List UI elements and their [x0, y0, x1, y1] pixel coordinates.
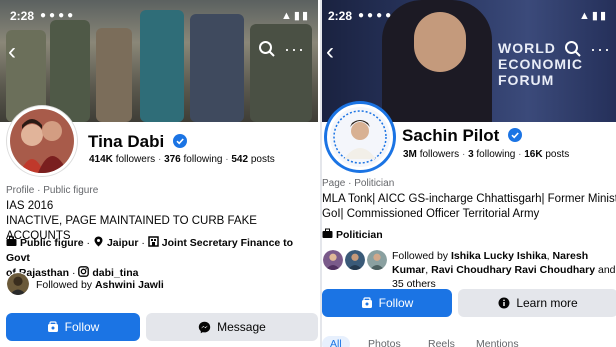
profile-details: Public figure · Jaipur · Joint Secretary…: [6, 236, 294, 279]
avatar-photo: [330, 107, 390, 167]
back-arrow-icon[interactable]: ‹: [326, 40, 334, 64]
posts-label: posts: [250, 154, 275, 165]
cover-text-line: ECONOMIC: [498, 56, 583, 72]
followers-count[interactable]: 414K: [89, 154, 113, 165]
workplace-icon: [148, 236, 159, 247]
posts-label: posts: [545, 149, 570, 160]
profile-category: Profile · Public figure: [6, 185, 99, 196]
follow-button[interactable]: Follow: [6, 313, 140, 341]
cover-figure: [50, 20, 90, 122]
followed-by-name[interactable]: Ishika Lucky Ishika: [451, 250, 547, 262]
mutual-friend-avatar[interactable]: [366, 249, 388, 271]
profile-name-text: Sachin Pilot: [402, 126, 500, 145]
followed-by: Followed by Ishika Lucky Ishika, Naresh …: [392, 250, 616, 290]
detail-public-figure: Public figure: [20, 237, 84, 249]
messenger-icon: [198, 321, 211, 333]
profile-name-text: Tina Dabi: [88, 132, 165, 151]
follow-button-label: Follow: [378, 296, 414, 310]
bio-line: MLA Tonk| AICC GS-incharge Chhattisgarh|…: [322, 193, 616, 205]
profile-bio: MLA Tonk| AICC GS-incharge Chhattisgarh|…: [322, 192, 616, 222]
detail-politician: Politician: [336, 229, 383, 241]
learn-more-button[interactable]: Learn more: [458, 289, 616, 317]
bio-line: GoI| Commissioned Officer Territorial Ar…: [322, 208, 540, 220]
status-bar: 2:28 ●●●● ▲▮▮: [322, 8, 616, 26]
more-options-icon[interactable]: ···: [590, 40, 611, 58]
briefcase-icon: [6, 236, 17, 246]
status-time: 2:28: [10, 9, 35, 23]
profile-stats: 3M followers · 3 following · 16K posts: [403, 149, 570, 160]
tab-reels[interactable]: Reels: [428, 338, 455, 347]
bio-line: IAS 2016: [6, 200, 54, 212]
profile-name: Sachin Pilot: [402, 126, 523, 146]
followers-label: followers: [115, 154, 156, 165]
search-icon[interactable]: [564, 40, 582, 58]
location-pin-icon: [94, 236, 103, 247]
profile-tabs: All Photos Reels Mentions: [322, 336, 616, 347]
avatar[interactable]: [7, 106, 77, 176]
verified-badge-icon: [172, 134, 187, 148]
avatar-photo: [10, 109, 74, 173]
cover-figure: [96, 28, 132, 122]
follow-button[interactable]: Follow: [322, 289, 452, 317]
followed-by: Followed by Ashwini Jawli: [36, 278, 164, 292]
mutual-friend-avatar[interactable]: [6, 272, 30, 296]
profile-category: Page · Politician: [322, 178, 395, 189]
left-profile-screen: 2:28 ●●●● ▲▮▮ ‹ ··· Tina Dabi 414K follo…: [0, 0, 318, 347]
profile-details: Politician: [322, 228, 383, 243]
more-options-icon[interactable]: ···: [284, 40, 305, 58]
avatar[interactable]: [327, 104, 393, 170]
following-count[interactable]: 3: [468, 149, 474, 160]
status-time: 2:28: [328, 9, 353, 23]
follow-button-label: Follow: [64, 320, 100, 334]
tab-all[interactable]: All: [322, 336, 350, 347]
message-button[interactable]: Message: [146, 313, 318, 341]
profile-name: Tina Dabi: [88, 132, 187, 152]
status-bar: 2:28 ●●●● ▲▮▮: [0, 8, 318, 26]
mutual-friend-avatar[interactable]: [344, 249, 366, 271]
cover-figure: [190, 14, 244, 122]
following-count[interactable]: 376: [164, 154, 181, 165]
battery-signal-icons: ▲▮▮: [281, 10, 310, 22]
following-label: following: [476, 149, 516, 160]
instagram-icon: [78, 266, 90, 277]
followed-by-name[interactable]: Ravi Choudhary Ravi Choudhary: [431, 264, 595, 276]
posts-count: 16K: [524, 149, 543, 160]
follow-icon: [361, 297, 372, 308]
briefcase-icon: [322, 228, 333, 238]
verified-badge-icon: [508, 128, 523, 142]
notification-icons: ●●●●: [358, 10, 395, 21]
cover-text-line: FORUM: [498, 72, 555, 88]
search-icon[interactable]: [258, 40, 276, 58]
followed-by-prefix: Followed by: [36, 279, 93, 291]
following-label: following: [183, 154, 223, 165]
followers-label: followers: [419, 149, 460, 160]
notification-icons: ●●●●: [40, 10, 77, 21]
followed-by-name[interactable]: Ashwini Jawli: [95, 279, 164, 291]
cover-figure: [140, 10, 184, 122]
profile-stats: 414K followers · 376 following · 542 pos…: [89, 154, 275, 165]
posts-count: 542: [231, 154, 249, 165]
mutual-friend-avatar[interactable]: [322, 249, 344, 271]
detail-location: Jaipur: [106, 237, 139, 249]
battery-signal-icons: ▲▮▮: [579, 10, 608, 22]
tab-photos[interactable]: Photos: [368, 338, 401, 347]
learn-more-button-label: Learn more: [516, 296, 578, 310]
message-button-label: Message: [217, 320, 266, 334]
tab-mentions[interactable]: Mentions: [476, 338, 519, 347]
back-arrow-icon[interactable]: ‹: [8, 40, 16, 64]
follow-icon: [47, 321, 58, 332]
followed-by-prefix: Followed by: [392, 250, 449, 262]
right-profile-screen: WORLD ECONOMIC FORUM 2:28 ●●●● ▲▮▮ ‹ ···…: [320, 0, 616, 347]
info-icon: [498, 297, 510, 309]
followers-count[interactable]: 3M: [403, 149, 417, 160]
